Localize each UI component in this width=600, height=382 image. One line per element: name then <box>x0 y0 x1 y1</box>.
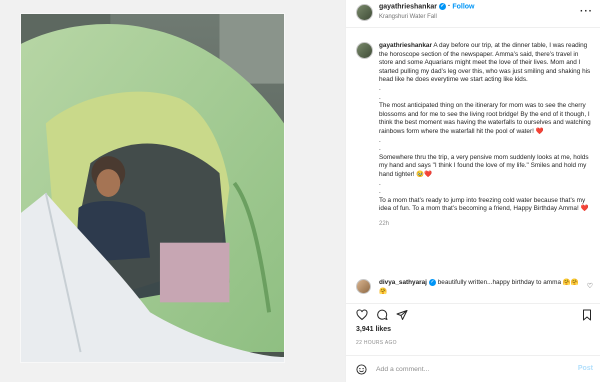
verified-badge-icon: ✓ <box>428 279 436 286</box>
post-photo[interactable] <box>20 13 285 363</box>
post-timestamp: 22 HOURS AGO <box>356 340 397 346</box>
add-comment-input[interactable] <box>376 363 566 376</box>
verified-badge-icon: ✓ <box>438 3 446 10</box>
save-button[interactable] <box>581 309 593 321</box>
likes-count[interactable]: 3,941 likes <box>356 326 391 333</box>
commenter-username[interactable]: divya_sathyaraj <box>379 279 427 286</box>
caption-paragraph-3: Somewhere thru the trip, a very pensive … <box>379 153 589 196</box>
paper-plane-icon <box>396 310 408 320</box>
follow-button[interactable]: Follow <box>452 3 474 10</box>
like-button[interactable] <box>356 309 368 321</box>
post-location[interactable]: Krangshuri Water Fall <box>379 14 437 20</box>
post-caption: gayathrieshankar A day before our trip, … <box>346 34 600 270</box>
action-bar <box>346 303 600 323</box>
post-media-pane <box>0 0 345 382</box>
heart-outline-icon[interactable]: ♡ <box>587 282 593 290</box>
comment-button[interactable] <box>376 309 388 321</box>
post-comment-button[interactable]: Post <box>578 365 593 372</box>
more-horizontal-icon[interactable]: ··· <box>580 6 593 17</box>
post-header: gayathrieshankar ✓ · Follow Krangshuri Wate… <box>346 0 600 28</box>
post-details-pane: gayathrieshankar ✓ · Follow Krangshuri Wate… <box>345 0 600 382</box>
caption-paragraph-1: gayathrieshankar A day before our trip, … <box>379 42 591 101</box>
author-avatar[interactable] <box>356 4 373 21</box>
add-comment-bar: Post <box>346 355 600 382</box>
caption-paragraph-2: The most anticipated thing on the itiner… <box>379 102 591 153</box>
comment-item: divya_sathyaraj ✓ beautifully written...h… <box>346 276 600 302</box>
caption-username[interactable]: gayathrieshankar <box>379 42 432 49</box>
comment-bubble-icon <box>377 309 388 320</box>
caption-paragraph-4: To a mom that’s ready to jump into freez… <box>379 196 589 213</box>
smiley-icon[interactable] <box>356 364 367 375</box>
bookmark-icon <box>583 309 591 321</box>
caption-author-avatar[interactable] <box>356 42 373 59</box>
tent-photo-image <box>21 14 284 362</box>
caption-time: 22h <box>379 220 390 227</box>
share-button[interactable] <box>396 309 408 321</box>
author-username[interactable]: gayathrieshankar <box>379 3 437 10</box>
commenter-avatar[interactable] <box>356 279 371 294</box>
heart-outline-icon <box>356 309 368 321</box>
